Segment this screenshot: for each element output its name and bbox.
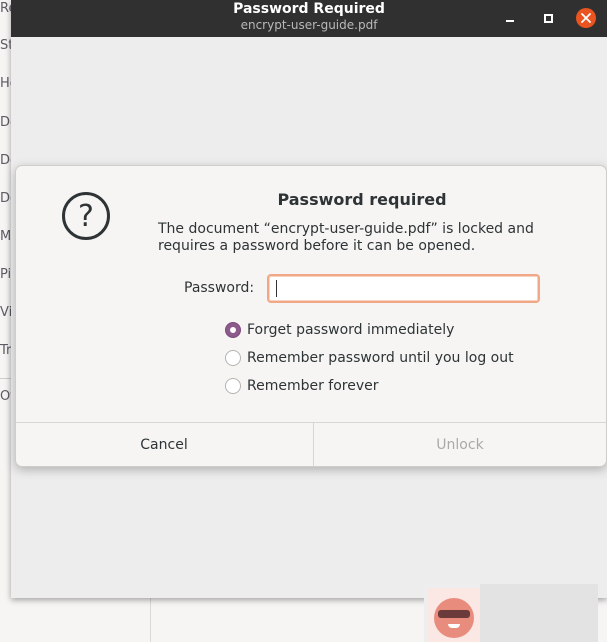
unlock-button[interactable]: Unlock: [313, 423, 606, 467]
avatar: [428, 588, 480, 642]
maximize-button[interactable]: [538, 8, 558, 28]
radio-remember-until-logout[interactable]: Remember password until you log out: [225, 350, 514, 366]
radio-button[interactable]: [225, 378, 241, 394]
avatar-face-icon: [434, 598, 474, 638]
dialog-message: The document “encrypt-user-guide.pdf” is…: [158, 221, 534, 254]
radio-remember-forever[interactable]: Remember forever: [225, 378, 379, 394]
maximize-icon: [543, 13, 553, 23]
password-label: Password:: [184, 280, 255, 296]
radio-button-checked[interactable]: [225, 322, 241, 338]
radio-dot: [230, 327, 236, 333]
background-sidebar-item: Re: [0, 1, 11, 16]
background-sidebar-item: De: [0, 115, 11, 130]
text-caret: [276, 280, 277, 297]
radio-label: Remember forever: [247, 378, 379, 394]
background-divider: [0, 378, 11, 379]
minimize-button[interactable]: [500, 8, 520, 28]
background-sidebar-item: Tr: [0, 343, 11, 358]
close-button[interactable]: [576, 8, 596, 28]
avatar-overlay: [424, 584, 598, 642]
close-icon: [581, 13, 591, 23]
password-input[interactable]: [267, 274, 540, 303]
password-dialog: ? Password required The document “encryp…: [15, 165, 607, 467]
background-sidebar-item: Do: [0, 153, 11, 168]
avatar-glasses-icon: [438, 610, 470, 618]
cancel-button[interactable]: Cancel: [16, 423, 312, 467]
background-sidebar-item: St: [0, 38, 11, 53]
background-sidebar-item: Pi: [0, 267, 11, 282]
radio-label: Forget password immediately: [247, 322, 455, 338]
radio-label: Remember password until you log out: [247, 350, 514, 366]
background-sidebar-item: Ho: [0, 76, 11, 91]
dialog-title: Password required: [277, 190, 447, 209]
background-separator: [150, 598, 151, 642]
background-sidebar-item: Do: [0, 191, 11, 206]
radio-forget-immediately[interactable]: Forget password immediately: [225, 322, 454, 338]
radio-button[interactable]: [225, 350, 241, 366]
minimize-icon: [506, 20, 514, 22]
background-sidebar-item: Ot: [0, 389, 11, 404]
question-icon: ?: [62, 192, 110, 240]
background-sidebar-item: Mu: [0, 229, 11, 244]
background-sidebar-item: Vi: [0, 305, 11, 320]
avatar-background: [480, 584, 598, 642]
dialog-button-bar: Cancel Unlock: [16, 422, 606, 467]
title-bar[interactable]: Password Required encrypt-user-guide.pdf: [11, 0, 607, 37]
